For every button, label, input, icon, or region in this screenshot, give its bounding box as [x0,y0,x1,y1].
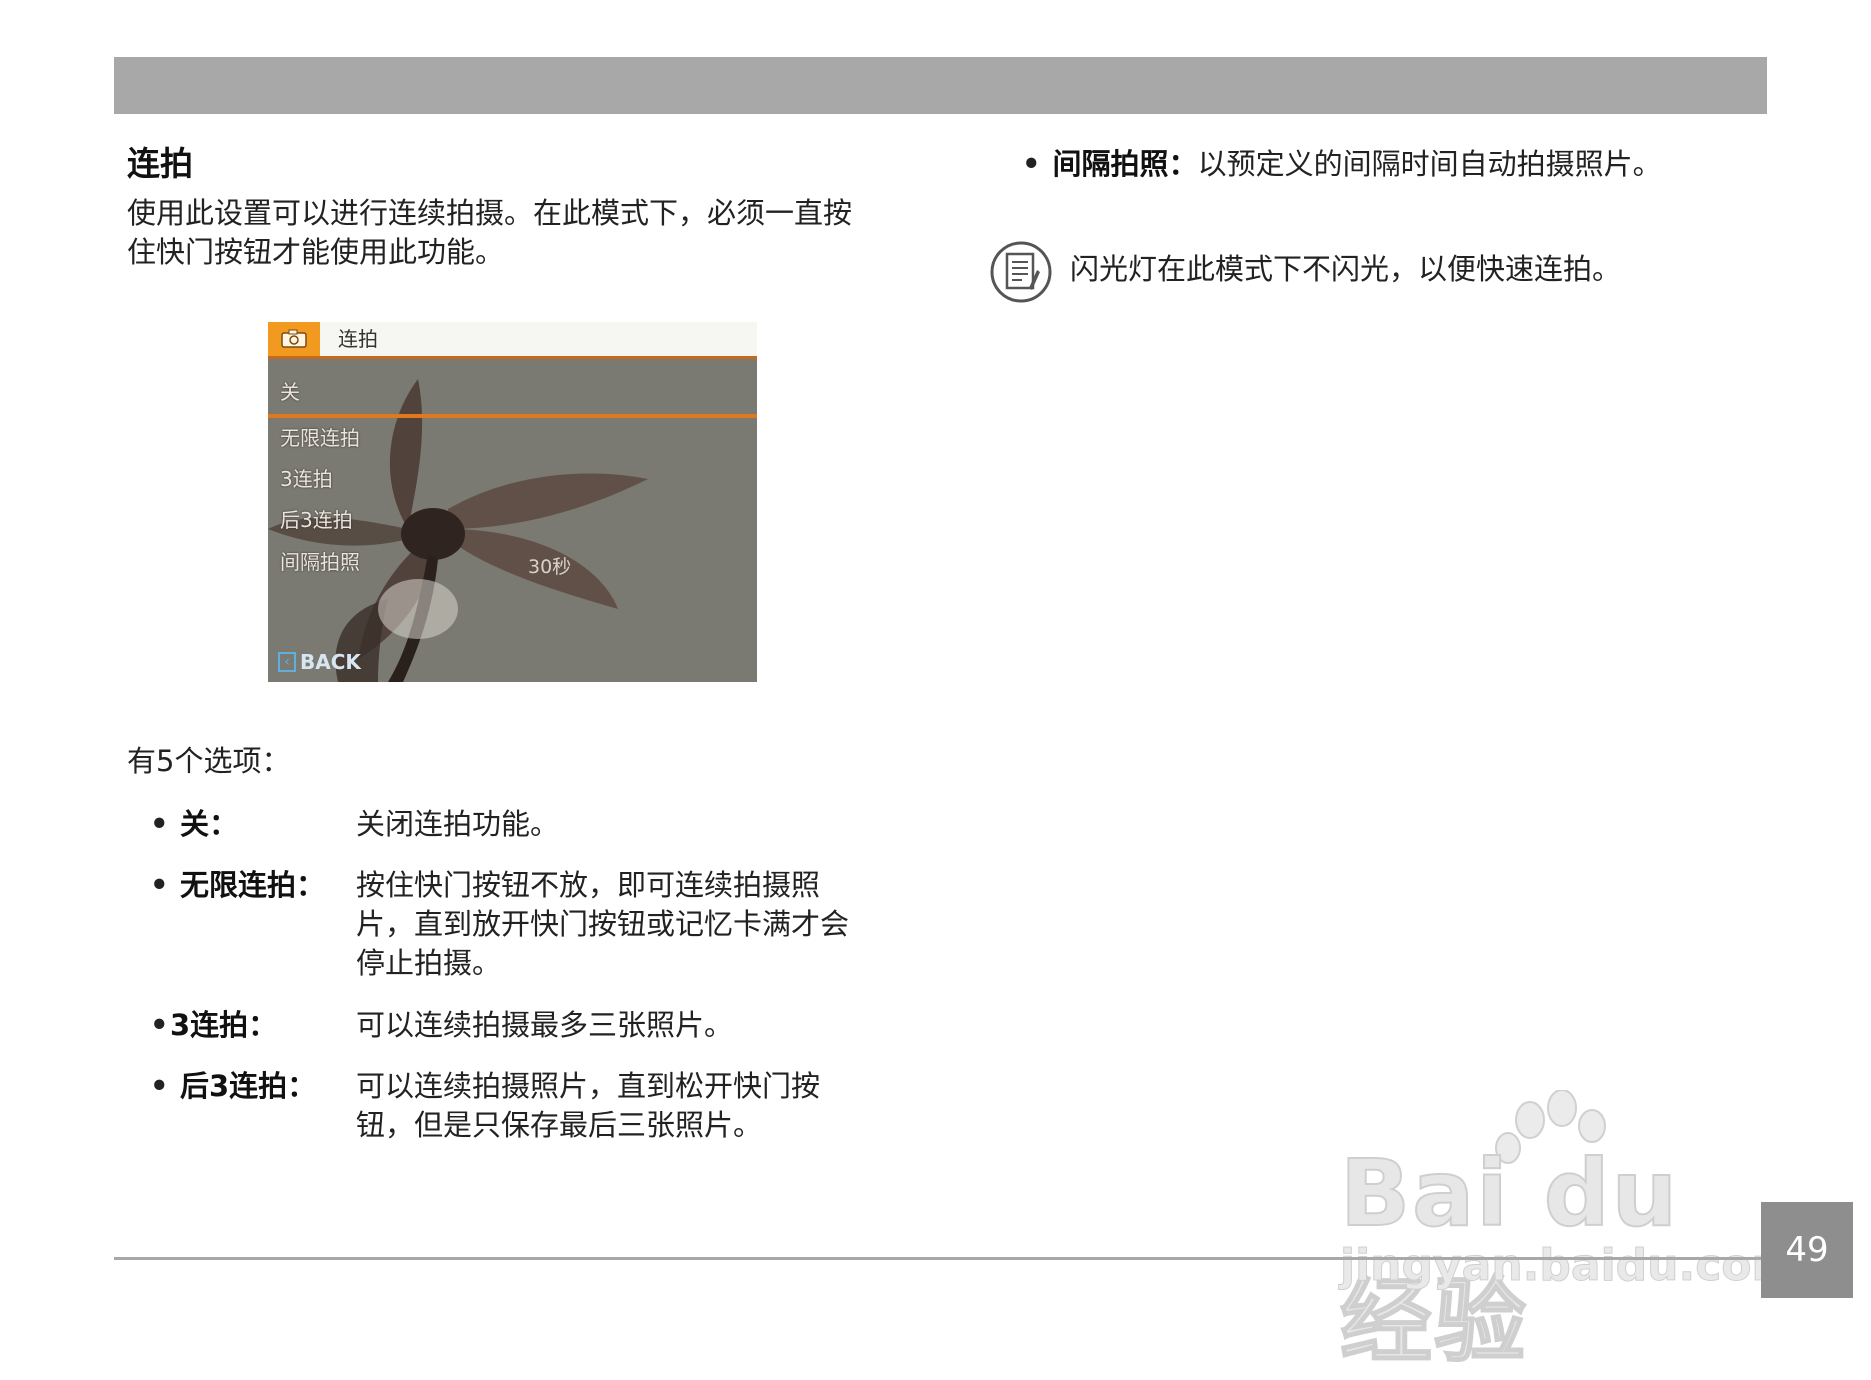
bullet: • [150,1069,169,1103]
bullet: • [1022,147,1041,181]
note-text: 闪光灯在此模式下不闪光，以便快速连拍。 [1070,252,1622,286]
option-label: 3连拍： [170,1008,278,1042]
camera-menu-header: 连拍 [268,322,757,356]
interval-value: 30秒 [528,556,572,578]
option-desc: 可以连续拍摄照片，直到松开快门按钮，但是只保存最后三张照片。 [356,1069,821,1142]
menu-item-last-3: 后3连拍 [280,508,353,532]
bullet: • [150,807,169,841]
camera-menu-title: 连拍 [338,327,378,351]
section-title: 连拍 [127,144,193,183]
options-intro: 有5个选项： [127,744,291,778]
camera-icon [281,329,307,348]
option-desc: 按住快门按钮不放，即可连续拍摄照片，直到放开快门按钮或记忆卡满才会停止拍摄。 [356,868,850,980]
menu-item-unlimited: 无限连拍 [280,426,360,450]
selection-bar [268,414,757,418]
left-column: 连拍 使用此设置可以进行连续拍摄。在此模式下，必须一直按住快门按钮才能使用此功能… [127,142,887,272]
back-label: BACK [300,650,361,674]
menu-item-3-shots: 3连拍 [280,467,333,491]
camera-tab [268,322,320,356]
option-desc: 以预定义的间隔时间自动拍摄照片。 [1197,147,1662,181]
option-interval: • 间隔拍照：以预定义的间隔时间自动拍摄照片。 [1022,145,1662,184]
option-label: 后3连拍： [180,1069,317,1103]
watermark-url: jingyan.baidu.com [1339,1240,1798,1292]
option-label: 关： [180,807,239,841]
bullet: • [150,868,169,902]
page-number: 49 [1785,1230,1829,1270]
camera-screen-image: 连拍 关 无限连拍 3连拍 后3连拍 间隔拍照 30秒 ‹ BACK [268,322,757,682]
intro-paragraph: 使用此设置可以进行连续拍摄。在此模式下，必须一直按住快门按钮才能使用此功能。 [127,196,853,269]
back-hint: ‹ BACK [278,650,361,674]
menu-item-off: 关 [280,380,300,404]
baidu-watermark: Bai du 经验 jingyan.baidu.com [1339,1090,1798,1376]
page-number-box: 49 [1761,1202,1853,1298]
note-icon [990,241,1052,303]
option-label: 间隔拍照： [1052,147,1198,181]
option-desc: 可以连续拍摄最多三张照片。 [356,1008,734,1042]
option-label: 无限连拍： [180,868,326,902]
menu-item-interval: 间隔拍照 [280,550,360,574]
option-desc: 关闭连拍功能。 [356,807,560,841]
header-bar [114,57,1767,114]
footer-line [114,1257,1767,1260]
back-arrow-icon: ‹ [278,652,296,672]
bullet: • [150,1008,169,1042]
